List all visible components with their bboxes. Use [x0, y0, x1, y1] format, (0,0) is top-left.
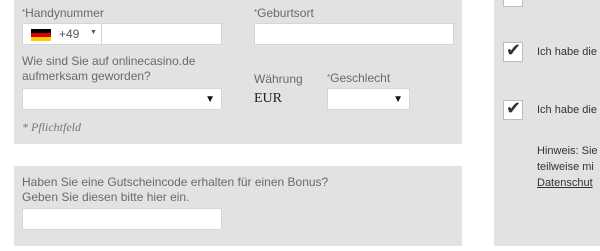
dropdown-arrow-icon: ▼: [205, 94, 215, 105]
chevron-down-icon: ▼: [90, 29, 97, 36]
phone-label: *Handynummer: [22, 6, 104, 20]
consent-checkbox-2[interactable]: ✔: [503, 98, 523, 120]
birthplace-label: *Geburtsort: [254, 6, 314, 20]
dropdown-arrow-icon: ▼: [393, 94, 403, 105]
consent-text-2: Ich habe die: [537, 104, 597, 116]
top-checkbox[interactable]: [503, 0, 523, 7]
currency-label: Währung: [254, 72, 303, 86]
bonus-code-field[interactable]: [22, 208, 222, 230]
source-select[interactable]: ▼: [22, 88, 222, 110]
phone-field[interactable]: +49 ▼: [22, 23, 222, 45]
gender-select[interactable]: ▼: [327, 88, 410, 110]
germany-flag-icon: [31, 29, 51, 41]
checkmark-icon: ✔: [506, 98, 522, 118]
bonus-label: Haben Sie eine Gutscheincode erhalten fü…: [22, 175, 329, 204]
birthplace-field[interactable]: [254, 23, 454, 45]
source-label: Wie sind Sie auf onlinecasino.de aufmerk…: [22, 54, 196, 83]
consent-panel: [494, 0, 600, 246]
gender-label: *Geschlecht: [327, 71, 391, 85]
required-note: * Pflichtfeld: [22, 120, 81, 134]
phone-prefix-text: +49: [59, 27, 80, 41]
checkmark-icon: ✔: [506, 40, 522, 60]
hint-text: Hinweis: Sie teilweise mi Datenschut: [537, 145, 598, 191]
currency-value: EUR: [254, 91, 282, 106]
privacy-link[interactable]: Datenschut: [537, 175, 598, 191]
consent-text-1: Ich habe die: [537, 46, 597, 58]
phone-prefix-selector[interactable]: +49 ▼: [23, 24, 102, 44]
consent-checkbox-1[interactable]: ✔: [503, 40, 523, 62]
